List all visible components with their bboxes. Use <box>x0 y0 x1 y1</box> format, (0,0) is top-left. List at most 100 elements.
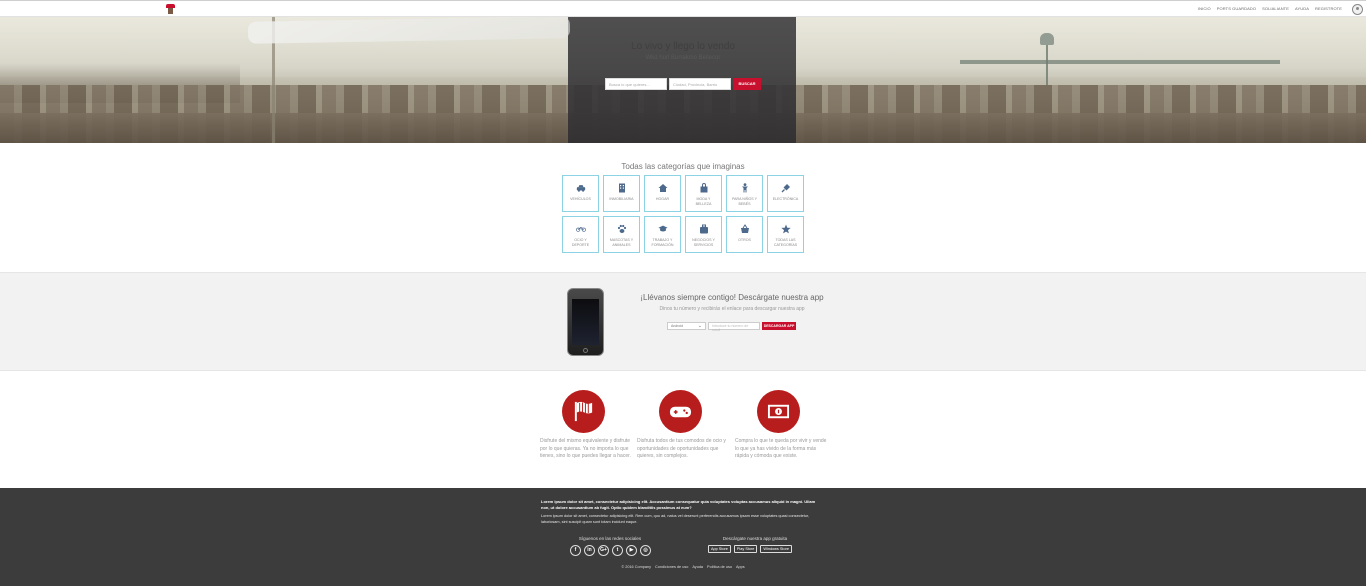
graduation-cap-icon <box>657 225 668 232</box>
search-button[interactable]: BUSCAR <box>733 78 761 90</box>
category-otros[interactable]: OTROS <box>726 216 763 253</box>
feature-text: Disfruta todos de tus comodos de ocio y … <box>637 438 726 459</box>
feature-3: Compra lo que te queda por vivir y vende… <box>735 390 827 461</box>
play-store-badge[interactable]: Play Store <box>733 545 758 553</box>
windows-store-badge[interactable]: Windows Store <box>760 545 792 553</box>
category-label: VEHÍCULOS <box>570 197 591 201</box>
category-label: PARA NIÑOS Y BEBÉS <box>731 197 758 206</box>
briefcase-icon <box>699 224 708 234</box>
category-label: ELECTRÓNICA <box>772 197 799 201</box>
footer-text: Lorem ipsum dolor sit amet, consectetur … <box>541 514 810 524</box>
footer-link-policy[interactable]: Política de uso <box>707 565 732 569</box>
hero-search-form: Busca lo que quieres... Ciudad, Provinci… <box>605 78 761 90</box>
instagram-icon[interactable]: ◎ <box>640 545 651 556</box>
bag-icon <box>700 183 707 193</box>
phone-screen <box>572 299 599 345</box>
phone-number-input[interactable]: Introduce tu número de móvil <box>708 322 760 332</box>
category-label: NEGOCIOS Y SERVICIOS <box>692 238 715 247</box>
category-moda[interactable]: MODA Y BELLEZA <box>685 175 722 212</box>
hero-tower-leg <box>1046 45 1048 85</box>
nav-item-inicio[interactable]: INICIO <box>1198 6 1211 11</box>
categories-title: Todas las categorías que imaginas <box>621 162 745 171</box>
social-links: f in G+ t ▶ ◎ <box>570 545 651 556</box>
os-select[interactable]: Android ⌄ <box>667 322 706 330</box>
site-logo[interactable] <box>166 4 175 14</box>
footer-links: © 2016 Company Condiciones de uso Ayuda … <box>560 565 806 569</box>
category-label: TRABAJO Y FORMACIÓN <box>651 238 674 247</box>
google-plus-icon[interactable]: G+ <box>598 545 609 556</box>
category-label: MASCOTAS Y ANIMALES <box>609 238 634 247</box>
category-label: HOGAR <box>655 197 670 201</box>
feature-circle <box>757 390 800 433</box>
nav-item-guardado[interactable]: PORTS GUARDADO <box>1217 6 1256 11</box>
linkedin-icon[interactable]: in <box>584 545 595 556</box>
building-icon <box>618 183 625 193</box>
phone-illustration <box>567 288 604 356</box>
category-label: TODAS LAS CATEGORÍAS <box>773 238 798 247</box>
feature-circle <box>659 390 702 433</box>
hero-title: Lo vivo y llego lo vendo <box>631 41 735 52</box>
money-icon <box>767 404 790 419</box>
hero-bridge <box>960 60 1280 64</box>
search-input[interactable]: Busca lo que quieres... <box>605 78 667 90</box>
nav-item-solicitante[interactable]: SOLIALIANTE <box>1262 6 1289 11</box>
footer-copyright: © 2016 Company <box>621 565 651 569</box>
footer: Lorem ipsum dolor sit amet, consectetur … <box>0 488 1366 586</box>
nav-item-registro[interactable]: REGISTROTE <box>1315 6 1342 11</box>
footer-text-bold: Lorem ipsum dolor sit amet, consectetur … <box>541 499 816 510</box>
location-input[interactable]: Ciudad, Provincia, Barrio <box>669 78 731 90</box>
page: INICIO PORTS GUARDADO SOLIALIANTE AYUDA … <box>0 0 1366 586</box>
category-vehiculos[interactable]: VEHÍCULOS <box>562 175 599 212</box>
child-icon <box>741 183 748 193</box>
hero-water-tower <box>1040 33 1054 45</box>
basket-icon <box>740 224 749 233</box>
category-negocios[interactable]: NEGOCIOS Y SERVICIOS <box>685 216 722 253</box>
paw-icon <box>617 224 626 233</box>
nav-item-ayuda[interactable]: AYUDA <box>1295 6 1309 11</box>
hero-subtitle: Wkd hurl Burrakmo Bellecor <box>645 55 721 61</box>
plug-icon <box>781 184 790 193</box>
category-label: OCIO Y DEPORTE <box>571 238 590 247</box>
feature-circle <box>562 390 605 433</box>
footer-link-conditions[interactable]: Condiciones de uso <box>655 565 688 569</box>
hero-banner: Lo vivo y llego lo vendo Wkd hurl Burrak… <box>0 17 1366 143</box>
facebook-icon[interactable]: f <box>570 545 581 556</box>
star-icon <box>780 224 791 234</box>
category-label: MODA Y BELLEZA <box>695 197 712 206</box>
category-electronica[interactable]: ELECTRÓNICA <box>767 175 804 212</box>
bicycle-icon <box>575 227 586 232</box>
store-badges: App Store Play Store Windows Store <box>708 545 792 553</box>
app-download-form: Android ⌄ Introduce tu número de móvil D… <box>667 322 796 332</box>
category-hogar[interactable]: HOGAR <box>644 175 681 212</box>
youtube-icon[interactable]: ▶ <box>626 545 637 556</box>
category-inmobiliaria[interactable]: INMOBILIARIA <box>603 175 640 212</box>
feature-2: Disfruta todos de tus comodos de ocio y … <box>637 390 729 461</box>
category-mascotas[interactable]: MASCOTAS Y ANIMALES <box>603 216 640 253</box>
top-navbar: INICIO PORTS GUARDADO SOLIALIANTE AYUDA … <box>0 0 1366 17</box>
main-nav: INICIO PORTS GUARDADO SOLIALIANTE AYUDA … <box>1198 6 1342 11</box>
category-trabajo[interactable]: TRABAJO Y FORMACIÓN <box>644 216 681 253</box>
twitter-icon[interactable]: t <box>612 545 623 556</box>
feature-1: Disfrute del mismo equivalente y disfrut… <box>540 390 632 461</box>
category-ocio[interactable]: OCIO Y DEPORTE <box>562 216 599 253</box>
category-ninos[interactable]: PARA NIÑOS Y BEBÉS <box>726 175 763 212</box>
social-title: Síguenos en las redes sociales <box>578 536 642 541</box>
gamepad-icon <box>669 406 692 418</box>
app-promo-section: ¡Llévanos siempre contigo! Descárgate nu… <box>0 272 1366 371</box>
category-label: INMOBILIARIA <box>609 197 634 201</box>
category-todas[interactable]: TODAS LAS CATEGORÍAS <box>767 216 804 253</box>
app-store-badge[interactable]: App Store <box>708 545 731 553</box>
os-select-value: Android <box>671 324 684 328</box>
footer-link-apps[interactable]: Apps <box>736 565 745 569</box>
app-promo-title: ¡Llévanos siempre contigo! Descárgate nu… <box>640 293 824 302</box>
categories-grid: VEHÍCULOS INMOBILIARIA HOGAR MODA Y BELL… <box>562 175 804 253</box>
car-icon <box>576 185 585 192</box>
user-icon[interactable] <box>1352 4 1363 15</box>
home-icon <box>658 184 667 192</box>
apps-title: Descárgate nuestra app gratuita <box>722 536 788 541</box>
app-promo-subtitle: Dinos tu número y recibirás el enlace pa… <box>659 306 805 312</box>
category-label: OTROS <box>738 238 751 242</box>
download-app-button[interactable]: DESCARGAR APP <box>762 322 796 330</box>
feature-text: Compra lo que te queda por vivir y vende… <box>735 438 827 459</box>
footer-link-help[interactable]: Ayuda <box>692 565 703 569</box>
